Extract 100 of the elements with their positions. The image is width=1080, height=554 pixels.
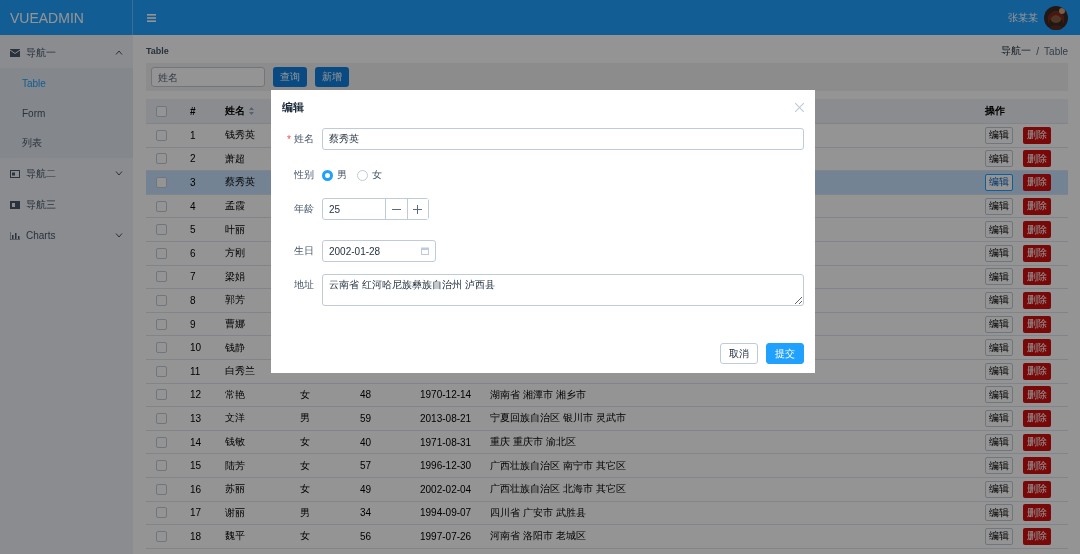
edit-button[interactable]: 编辑 [985,457,1013,475]
table-cell: 49 [360,483,372,495]
edit-button[interactable]: 编辑 [985,291,1013,309]
edit-button[interactable]: 编辑 [985,480,1013,498]
delete-button[interactable]: 删除 [1023,174,1051,191]
edit-button[interactable]: 编辑 [985,527,1013,545]
delete-button[interactable]: 删除 [1023,433,1051,451]
field-label: 年龄 [294,202,314,216]
delete-button[interactable]: 删除 [1023,457,1051,475]
checkbox[interactable] [156,412,167,424]
delete-button[interactable]: 删除 [1023,197,1051,215]
table-cell: 5 [190,224,196,236]
radio-button[interactable] [357,169,368,181]
edit-button[interactable]: 编辑 [985,268,1013,286]
checkbox[interactable] [156,153,167,165]
checkbox[interactable] [156,177,167,188]
delete-button[interactable]: 删除 [1023,504,1051,522]
menu-icon[interactable] [147,13,156,22]
age-input[interactable]: 25 [323,199,385,219]
delete-button[interactable]: 删除 [1023,339,1051,357]
table-row[interactable]: 15 陆芳 女 57 1996-12-30 广西壮族自治区 南宁市 其它区 编辑 删除 [146,454,1068,478]
checkbox[interactable] [156,318,167,330]
table-row[interactable]: 12 常艳 女 48 1970-12-14 湖南省 湘潭市 湘乡市 编辑 删除 [146,383,1068,408]
delete-button[interactable]: 删除 [1023,291,1051,309]
delete-button[interactable]: 删除 [1023,480,1051,498]
increment-button[interactable] [406,199,428,219]
edit-button[interactable]: 编辑 [985,197,1013,215]
checkbox[interactable] [156,271,167,283]
checkbox[interactable] [156,200,167,212]
checkbox[interactable] [156,460,167,472]
checkbox[interactable] [156,294,167,306]
table-row[interactable]: 17 谢丽 男 34 1994-09-07 四川省 广安市 武胜县 编辑 删除 [146,501,1068,526]
radio-label[interactable]: 女 [372,168,382,182]
delete-button[interactable]: 删除 [1023,244,1051,262]
radio-label[interactable]: 男 [337,168,347,182]
table-cell: 40 [360,436,372,448]
checkbox[interactable] [156,224,167,236]
edit-button[interactable]: 编辑 [985,504,1013,522]
edit-button[interactable]: 编辑 [985,150,1013,168]
table-row[interactable]: 18 魏平 女 56 1997-07-26 河南省 洛阳市 老城区 编辑 删除 [146,525,1068,549]
breadcrumb-item[interactable]: 导航一 [1001,44,1032,58]
breadcrumb-item[interactable]: Table [1044,45,1068,57]
column-header[interactable]: 姓名 [225,104,245,118]
checkbox[interactable] [156,247,167,259]
number-input[interactable]: 25 [322,198,429,220]
id-card-icon [10,200,20,209]
table-cell: 8 [190,294,196,306]
submenu-item[interactable]: 列表 [0,128,133,158]
table-cell: 广西壮族自治区 南宁市 其它区 [490,458,626,473]
name-input[interactable]: 蔡秀英 [322,128,804,150]
id-card-icon [10,169,20,178]
table-row[interactable]: 13 文洋 男 59 2013-08-21 宁夏回族自治区 银川市 灵武市 编辑 删除 [146,407,1068,431]
delete-button[interactable]: 删除 [1023,527,1051,545]
table-cell: 湖南省 湘潭市 湘乡市 [490,387,586,402]
checkbox[interactable] [156,483,167,495]
edit-button[interactable]: 编辑 [985,174,1013,191]
cancel-button[interactable]: 取消 [720,343,758,364]
search-field[interactable]: 姓名 [151,67,265,87]
table-cell: 曹娜 [225,317,245,332]
edit-button[interactable]: 编辑 [985,244,1013,262]
checkbox[interactable] [156,436,167,448]
checkbox[interactable] [156,105,167,117]
address-textarea[interactable]: 云南省 红河哈尼族彝族自治州 泸西县 [322,274,804,306]
chevron-down-icon [115,171,123,176]
checkbox[interactable] [156,530,167,542]
delete-button[interactable]: 删除 [1023,221,1051,239]
edit-button[interactable]: 编辑 [985,362,1013,380]
radio-button[interactable] [322,169,333,181]
delete-button[interactable]: 删除 [1023,362,1051,380]
edit-button[interactable]: 编辑 [985,315,1013,333]
edit-button[interactable]: 编辑 [985,221,1013,239]
menu-item[interactable]: Charts [0,220,133,251]
delete-button[interactable]: 删除 [1023,409,1051,427]
edit-button[interactable]: 编辑 [985,386,1013,404]
checkbox[interactable] [156,365,167,377]
calendar-icon[interactable] [421,247,429,255]
edit-button[interactable]: 编辑 [985,126,1013,144]
edit-button[interactable]: 编辑 [985,433,1013,451]
checkbox[interactable] [156,507,167,519]
edit-button[interactable]: 编辑 [985,339,1013,357]
delete-button[interactable]: 删除 [1023,268,1051,286]
table-cell: 四川省 广安市 武胜县 [490,505,586,520]
date-input[interactable]: 2002-01-28 [329,245,409,257]
field-label: 地址 [294,278,314,292]
table-cell: 女 [300,482,310,497]
delete-button[interactable]: 删除 [1023,126,1051,144]
delete-button[interactable]: 删除 [1023,315,1051,333]
page-title: Table [146,46,170,56]
close-icon[interactable] [795,102,804,112]
delete-button[interactable]: 删除 [1023,386,1051,404]
checkbox[interactable] [156,389,167,401]
submenu-item[interactable]: Form [0,98,133,128]
menu-item[interactable]: 导航三 [0,189,133,220]
date-picker[interactable]: 2002-01-28 [322,240,436,262]
table-cell: 48 [360,389,372,401]
edit-button[interactable]: 编辑 [985,409,1013,427]
checkbox[interactable] [156,342,167,354]
checkbox[interactable] [156,129,167,141]
delete-button[interactable]: 删除 [1023,150,1051,168]
sort-icon[interactable] [249,107,254,115]
